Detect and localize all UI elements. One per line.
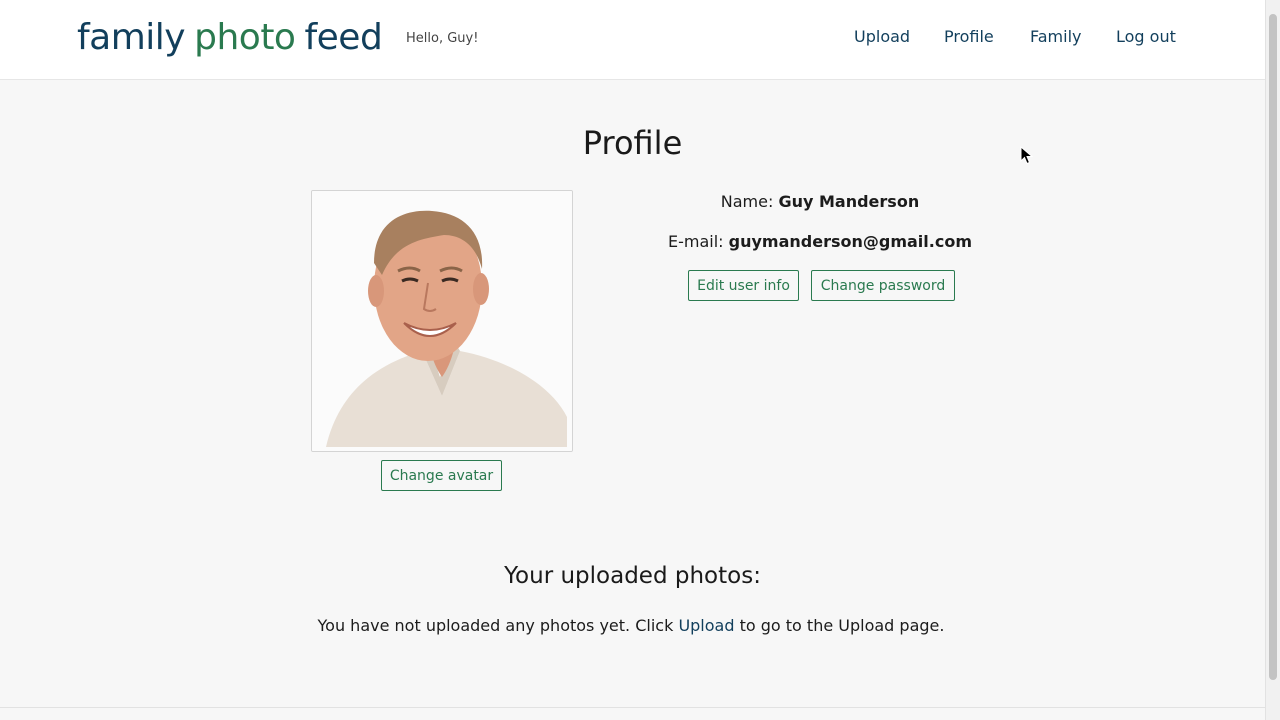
no-photos-message: You have not uploaded any photos yet. Cl…	[0, 616, 1262, 635]
nav-family[interactable]: Family	[1030, 27, 1081, 46]
footer-divider	[0, 707, 1265, 708]
avatar-photo	[311, 190, 573, 452]
scrollbar-thumb[interactable]	[1269, 14, 1277, 680]
change-password-button[interactable]: Change password	[811, 270, 955, 301]
nav-upload[interactable]: Upload	[854, 27, 910, 46]
uploaded-photos-heading: Your uploaded photos:	[504, 563, 761, 589]
email-label: E-mail:	[667, 232, 724, 251]
no-photos-text-after: to go to the Upload page.	[739, 616, 945, 635]
name-label: Name:	[720, 192, 774, 211]
user-name-line: Name: Guy Manderson	[620, 192, 1020, 211]
page-scrollbar[interactable]	[1265, 0, 1280, 720]
nav-log-out[interactable]: Log out	[1116, 27, 1176, 46]
avatar-portrait-image	[312, 191, 572, 451]
change-avatar-button[interactable]: Change avatar	[381, 460, 502, 491]
edit-user-info-button[interactable]: Edit user info	[688, 270, 799, 301]
site-header: family photo feed Hello, Guy! Upload Profi…	[0, 0, 1265, 80]
mouse-pointer-icon	[1020, 146, 1034, 165]
user-email-line: E-mail: guymanderson@gmail.com	[620, 232, 1020, 251]
user-email-value: guymanderson@gmail.com	[728, 232, 972, 251]
user-name-value: Guy Manderson	[778, 192, 920, 211]
nav-profile[interactable]: Profile	[944, 27, 994, 46]
no-photos-text-before: You have not uploaded any photos yet. Cl…	[317, 616, 674, 635]
upload-link[interactable]: Upload	[678, 616, 734, 635]
page-title: Profile	[582, 124, 683, 162]
main-nav: Upload Profile Family Log out	[0, 27, 1265, 51]
